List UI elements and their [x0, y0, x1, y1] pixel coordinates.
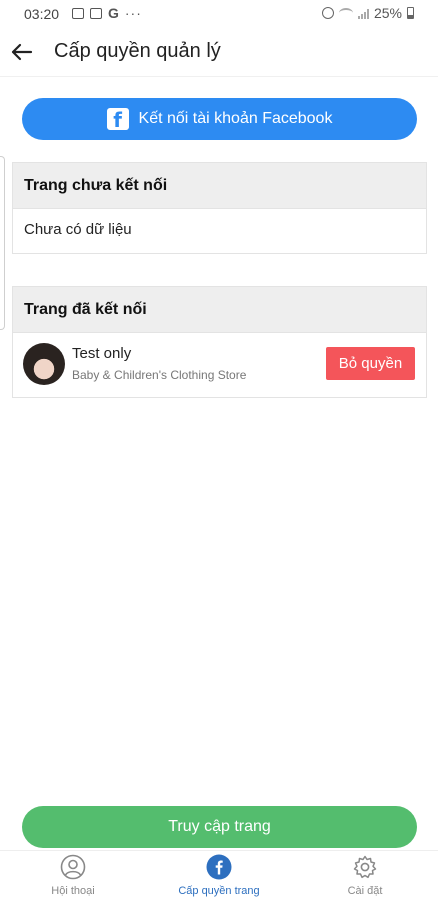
nav-item-page-permissions[interactable]: Cấp quyền trang: [146, 851, 292, 901]
facebook-icon: [206, 854, 232, 880]
connect-facebook-button[interactable]: f Kết nối tài khoản Facebook: [22, 98, 417, 140]
arrow-left-icon: [11, 43, 33, 61]
access-page-label: Truy cập trang: [168, 818, 271, 835]
side-drawer-handle[interactable]: [0, 156, 5, 330]
signal-icon: [357, 8, 369, 19]
nav-item-conversations[interactable]: Hội thoại: [0, 851, 146, 901]
facebook-icon: f: [106, 108, 129, 130]
status-time: 03:20: [24, 6, 60, 22]
user-circle-icon: [60, 854, 86, 880]
connected-pages-card: Trang đã kết nối Test only Baby & Childr…: [12, 286, 427, 398]
status-bar: 03:20 G ··· 25%: [0, 0, 438, 28]
app-header: Cấp quyền quản lý: [0, 28, 438, 77]
unconnected-pages-card: Trang chưa kết nối Chưa có dữ liệu: [12, 162, 427, 254]
nav-item-settings[interactable]: Cài đặt: [292, 851, 438, 901]
status-system-icons: 25%: [321, 5, 414, 21]
page-avatar: [23, 343, 65, 385]
status-notification-icons: G ···: [72, 5, 142, 21]
connected-pages-title: Trang đã kết nối: [13, 287, 426, 333]
unconnected-pages-title: Trang chưa kết nối: [13, 163, 426, 209]
battery-percent: 25%: [373, 5, 402, 21]
more-notifications-icon: ···: [124, 5, 142, 21]
bottom-navigation: Hội thoại Cấp quyền trang Cài đặt: [0, 850, 438, 901]
page-category: Baby & Children's Clothing Store: [72, 368, 247, 382]
alarm-icon: [321, 7, 334, 19]
google-icon: G: [108, 5, 119, 21]
revoke-permission-button[interactable]: Bỏ quyền: [326, 347, 415, 380]
nav-label-settings: Cài đặt: [347, 885, 383, 897]
image-notification-icon: [72, 7, 84, 19]
back-button[interactable]: [6, 36, 38, 68]
battery-icon: [407, 7, 414, 19]
access-page-button[interactable]: Truy cập trang: [22, 806, 417, 848]
wifi-icon: [338, 8, 353, 18]
gear-icon: [353, 855, 377, 879]
page-title: Cấp quyền quản lý: [54, 40, 221, 62]
empty-state-text: Chưa có dữ liệu: [24, 221, 132, 238]
nav-label-page-permissions: Cấp quyền trang: [178, 885, 260, 897]
connected-page-row: Test only Baby & Children's Clothing Sto…: [13, 333, 426, 397]
nav-label-conversations: Hội thoại: [51, 885, 95, 897]
page-name: Test only: [72, 345, 132, 362]
connect-facebook-label: Kết nối tài khoản Facebook: [138, 110, 333, 127]
gallery-notification-icon: [90, 7, 102, 19]
